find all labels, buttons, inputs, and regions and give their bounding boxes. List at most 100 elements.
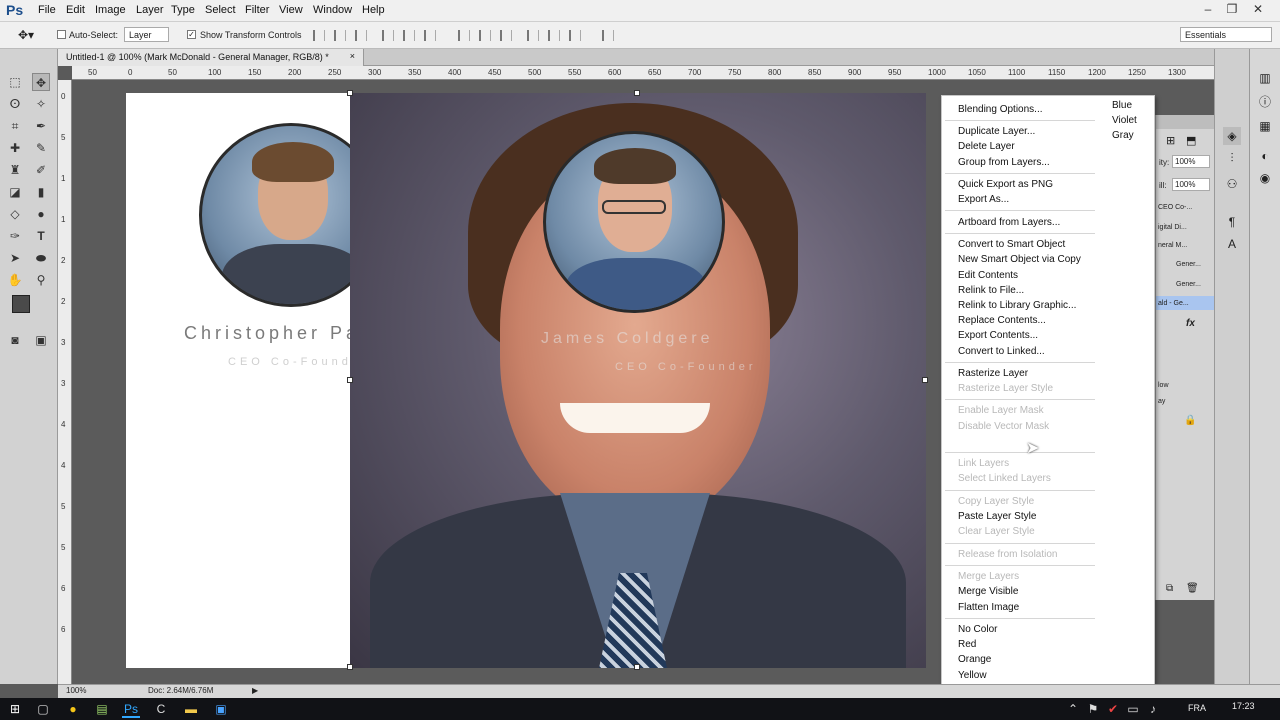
distribute-bottom-icon[interactable]: [500, 30, 512, 41]
context-menu-item[interactable]: Orange: [958, 654, 991, 665]
chrome-icon[interactable]: ●: [64, 700, 82, 718]
foreground-color-swatch[interactable]: [12, 295, 30, 313]
context-menu-item[interactable]: Delete Layer: [958, 141, 1015, 152]
context-menu-item[interactable]: Convert to Linked...: [958, 346, 1045, 357]
context-menu-item[interactable]: Merge Visible: [958, 586, 1018, 597]
align-top-icon[interactable]: [313, 30, 325, 41]
photoshop-taskbar-icon[interactable]: Ps: [122, 700, 140, 718]
context-menu-item[interactable]: Replace Contents...: [958, 315, 1046, 326]
context-menu-item[interactable]: Relink to File...: [958, 285, 1024, 296]
screen-mode-icon[interactable]: ▣: [32, 331, 50, 349]
layer-row[interactable]: Gener...: [1176, 281, 1201, 288]
move-tool-button[interactable]: ✥: [32, 73, 50, 91]
distribute-left-icon[interactable]: [527, 30, 539, 41]
auto-select-dropdown[interactable]: Layer: [124, 27, 169, 42]
close-window-icon[interactable]: ✕: [1248, 2, 1268, 18]
windows-start-icon[interactable]: ⊞: [6, 700, 24, 718]
network-icon[interactable]: ⚑: [1084, 700, 1102, 718]
menu-image[interactable]: Image: [95, 4, 126, 16]
move-tool-icon[interactable]: ✥▾: [18, 28, 34, 42]
swatches-icon[interactable]: ▦: [1256, 117, 1274, 135]
context-menu-item[interactable]: Paste Layer Style: [958, 511, 1036, 522]
transform-handle[interactable]: [347, 664, 353, 670]
label-color-item[interactable]: Violet: [1112, 115, 1137, 126]
eraser-tool-icon[interactable]: ◪: [6, 183, 24, 201]
context-menu-item[interactable]: Edit Contents: [958, 270, 1018, 281]
document-tab[interactable]: Untitled-1 @ 100% (Mark McDonald - Gener…: [58, 49, 364, 66]
menu-file[interactable]: File: [38, 4, 56, 16]
styles-icon[interactable]: ◉: [1256, 169, 1274, 187]
clock[interactable]: 17:23: [1232, 701, 1255, 711]
fill-field[interactable]: 100%: [1172, 178, 1210, 191]
transform-handle[interactable]: [634, 90, 640, 96]
close-tab-icon[interactable]: ×: [350, 51, 355, 61]
restore-icon[interactable]: ❐: [1222, 2, 1242, 18]
context-menu-item[interactable]: No Color: [958, 624, 997, 635]
layer-row[interactable]: CEO Co-...: [1158, 204, 1192, 211]
marquee-tool-icon[interactable]: ⬚: [6, 73, 24, 91]
context-menu-item[interactable]: Export As...: [958, 194, 1009, 205]
menu-view[interactable]: View: [279, 4, 303, 16]
cortana-icon[interactable]: C: [152, 700, 170, 718]
align-right-icon[interactable]: [424, 30, 436, 41]
fx-icon[interactable]: fx: [1186, 318, 1195, 329]
monitor-icon[interactable]: ▣: [212, 700, 230, 718]
lock-icon[interactable]: ⊞: [1166, 134, 1175, 147]
history-brush-icon[interactable]: ✐: [32, 161, 50, 179]
context-menu-item[interactable]: Quick Export as PNG: [958, 179, 1053, 190]
paths-icon[interactable]: ⚇: [1223, 175, 1241, 193]
paragraph-icon[interactable]: ¶: [1223, 213, 1241, 231]
zoom-level[interactable]: 100%: [66, 686, 86, 695]
menu-select[interactable]: Select: [205, 4, 236, 16]
pen-tool-icon[interactable]: ✑: [6, 227, 24, 245]
quick-select-tool-icon[interactable]: ✧: [32, 95, 50, 113]
context-menu-item[interactable]: Group from Layers...: [958, 157, 1050, 168]
menu-edit[interactable]: Edit: [66, 4, 85, 16]
info-icon[interactable]: ⓘ: [1256, 93, 1274, 111]
trash-icon[interactable]: 🗑: [1186, 583, 1199, 594]
selected-layer-row[interactable]: ald - Ge...: [1156, 296, 1216, 310]
context-menu-item[interactable]: Export Contents...: [958, 330, 1038, 341]
label-color-item[interactable]: Gray: [1112, 130, 1134, 141]
zoom-tool-icon[interactable]: ⚲: [32, 271, 50, 289]
volume-icon[interactable]: ♪: [1144, 700, 1162, 718]
transform-handle[interactable]: [347, 377, 353, 383]
quick-mask-icon[interactable]: ◙: [6, 331, 24, 349]
align-hcenter-icon[interactable]: [403, 30, 415, 41]
type-tool-icon[interactable]: T: [32, 227, 50, 245]
align-bottom-icon[interactable]: [355, 30, 367, 41]
auto-select-checkbox[interactable]: [57, 30, 66, 39]
context-menu-item[interactable]: Relink to Library Graphic...: [958, 300, 1076, 311]
notepad-icon[interactable]: ▤: [93, 700, 111, 718]
tray-chevron-icon[interactable]: ⌃: [1064, 700, 1082, 718]
channels-icon[interactable]: ⫶: [1223, 149, 1241, 167]
character-icon[interactable]: A: [1223, 235, 1241, 253]
menu-layer[interactable]: Layer: [136, 4, 164, 16]
color-icon[interactable]: ▥: [1256, 69, 1274, 87]
file-explorer-icon[interactable]: ▬: [182, 700, 200, 718]
context-menu-item[interactable]: Rasterize Layer: [958, 368, 1028, 379]
context-menu-item[interactable]: New Smart Object via Copy: [958, 254, 1081, 265]
context-menu-item[interactable]: Yellow: [958, 670, 987, 681]
minimize-icon[interactable]: –: [1198, 2, 1218, 18]
adjustments-icon[interactable]: ◐: [1256, 147, 1274, 165]
layer-row[interactable]: igital Di...: [1158, 224, 1187, 231]
brush-tool-icon[interactable]: ✎: [32, 139, 50, 157]
distribute-top-icon[interactable]: [458, 30, 470, 41]
dodge-tool-icon[interactable]: ●: [32, 205, 50, 223]
align-left-icon[interactable]: [382, 30, 394, 41]
align-vcenter-icon[interactable]: [334, 30, 346, 41]
hand-tool-icon[interactable]: ✋: [6, 271, 24, 289]
stamp-tool-icon[interactable]: ♜: [6, 161, 24, 179]
distribute-vcenter-icon[interactable]: [479, 30, 491, 41]
path-select-tool-icon[interactable]: ➤: [6, 249, 24, 267]
distribute-right-icon[interactable]: [569, 30, 581, 41]
context-menu-item[interactable]: Artboard from Layers...: [958, 217, 1060, 228]
shape-tool-icon[interactable]: ⬬: [32, 249, 50, 267]
menu-filter[interactable]: Filter: [245, 4, 269, 16]
new-layer-icon[interactable]: ⧉: [1166, 583, 1173, 594]
context-menu-item[interactable]: Red: [958, 639, 976, 650]
layers-panel-icon[interactable]: ◈: [1223, 127, 1241, 145]
show-transform-checkbox[interactable]: ✓: [187, 30, 196, 39]
layer-row[interactable]: Gener...: [1176, 261, 1201, 268]
